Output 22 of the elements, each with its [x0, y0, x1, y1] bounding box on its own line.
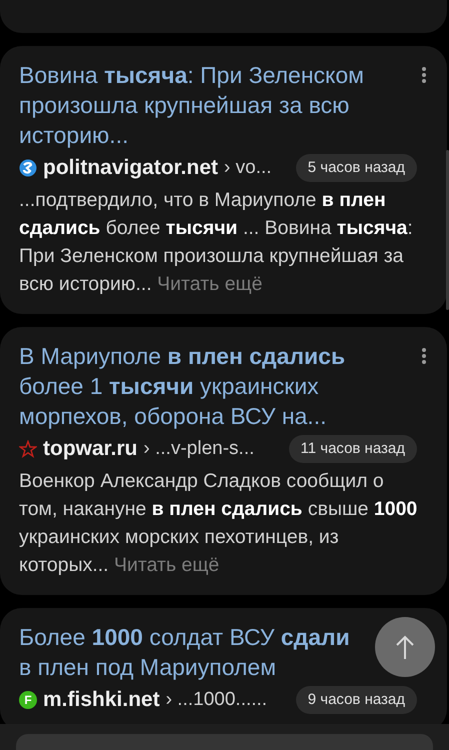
result-title-link[interactable]: В Мариуполе в плен сдались более 1 тысячи украинских морпехов, оборона ВСУ на...: [19, 341, 368, 431]
time-badge: 5 часов назад: [296, 154, 417, 182]
time-badge: 11 часов назад: [288, 434, 417, 464]
read-more-link[interactable]: Читать ещё: [114, 554, 220, 576]
result-snippet: Военкор Александр Сладков сообщил о том, накануне в плен сдались свыше 1000 украинских морских пехотинцев, из которых... Читать ещё: [19, 469, 418, 578]
result-path: › ...v-plen-s...: [144, 436, 254, 461]
result-path: › vo...: [224, 156, 272, 180]
result-title-link[interactable]: Вовина тысяча: При Зеленском произошла крупнейшая за всю историю...: [19, 60, 368, 150]
letter-logo-icon: F: [19, 691, 37, 709]
more-menu-icon[interactable]: [421, 66, 427, 84]
globe-icon: [19, 159, 37, 177]
result-domain: politnavigator.net: [43, 155, 218, 182]
result-domain: topwar.ru: [43, 436, 138, 462]
arrow-up-icon: [395, 634, 415, 660]
result-domain: m.fishki.net: [43, 687, 160, 714]
time-badge: 9 часов назад: [296, 686, 417, 714]
read-more-link[interactable]: Читать ещё: [157, 273, 262, 295]
more-menu-icon[interactable]: [421, 347, 427, 365]
result-snippet: ...подтвердило, что в Мариуполе в плен сдались более тысячи ... Вовина тысяча: При Зеленском произошла крупнейшая за всю историю... Читать ещё: [19, 188, 414, 297]
result-path: › ...1000......: [166, 688, 268, 712]
result-title-link[interactable]: Более 1000 солдат ВСУ сдали в плен под Мариуполем: [19, 622, 368, 682]
star-icon: [19, 440, 37, 458]
